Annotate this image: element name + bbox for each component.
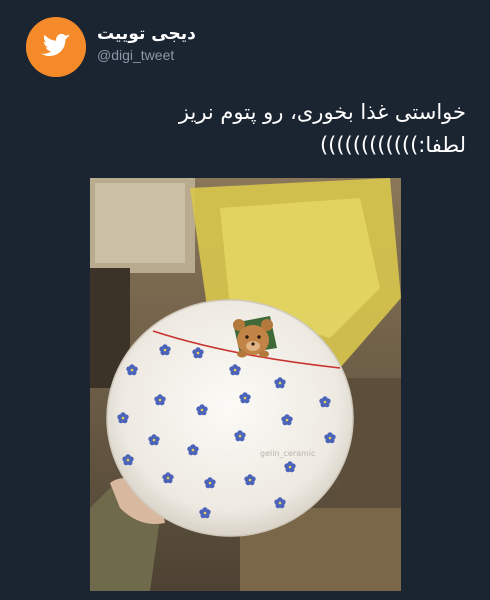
twitter-bird-icon [26, 17, 86, 77]
tweet-text: خواستی غذا بخوری، رو پتوم نریز لطفا:))))… [66, 96, 466, 162]
tweet-screenshot: دیجی توییت @digi_tweet خواستی غذا بخوری،… [0, 0, 490, 600]
tweet-text-line-2: لطفا:)))))))))))) [319, 133, 466, 157]
account-info: دیجی توییت @digi_tweet [97, 23, 257, 65]
tweet-header: دیجی توییت @digi_tweet [26, 17, 470, 79]
plate-photo: gelin_ceramic [90, 178, 401, 591]
display-name[interactable]: دیجی توییت [97, 23, 257, 45]
tweet-text-line-1: خواستی غذا بخوری، رو پتوم نریز [178, 100, 466, 124]
tweet-photo[interactable]: gelin_ceramic [90, 178, 401, 591]
photo-watermark: gelin_ceramic [260, 449, 315, 458]
avatar[interactable] [26, 17, 86, 77]
user-handle[interactable]: @digi_tweet [97, 45, 257, 65]
